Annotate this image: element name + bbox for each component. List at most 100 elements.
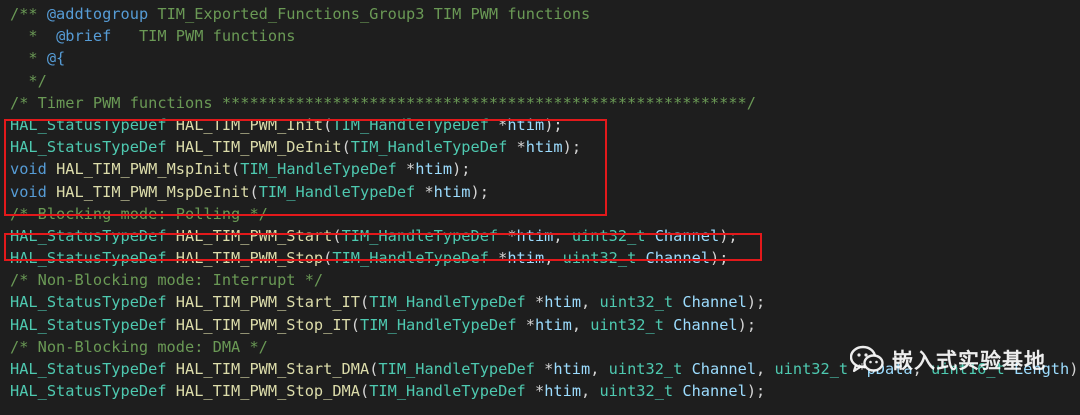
code-token-punct: ); bbox=[544, 115, 563, 134]
code-token-punct bbox=[682, 360, 691, 378]
code-token-punct: , bbox=[756, 360, 775, 378]
code-token-punct: * bbox=[396, 160, 416, 179]
code-token-punct bbox=[167, 227, 176, 245]
code-token-type: TIM_HandleTypeDef bbox=[369, 382, 526, 401]
code-token-punct: ); bbox=[452, 160, 471, 179]
code-line[interactable]: HAL_StatusTypeDef HAL_TIM_PWM_Start_IT(T… bbox=[0, 291, 1080, 313]
code-token-punct bbox=[673, 382, 682, 400]
code-area[interactable]: /** @addtogroup TIM_Exported_Functions_G… bbox=[0, 3, 1080, 402]
code-token-punct bbox=[167, 249, 176, 267]
code-token-punct bbox=[664, 316, 673, 334]
code-token-param: htim bbox=[516, 226, 554, 245]
code-token-type: HAL_StatusTypeDef bbox=[10, 226, 167, 245]
code-token-type: TIM_HandleTypeDef bbox=[341, 226, 499, 245]
code-token-type: TIM_HandleTypeDef bbox=[332, 249, 489, 268]
code-token-type: HAL_StatusTypeDef bbox=[10, 138, 167, 157]
code-token-tag: @addtogroup bbox=[46, 5, 149, 23]
code-token-func: HAL_TIM_PWM_Start_IT bbox=[175, 293, 360, 312]
code-line[interactable]: HAL_StatusTypeDef HAL_TIM_PWM_Stop_IT(TI… bbox=[0, 314, 1080, 336]
code-line[interactable]: /* Timer PWM functions *****************… bbox=[0, 92, 1080, 114]
code-line[interactable]: /* Blocking mode: Polling */ bbox=[0, 203, 1080, 225]
code-token-comment: /* Blocking mode: Polling */ bbox=[10, 204, 268, 223]
code-token-param: Channel bbox=[645, 249, 710, 268]
code-token-punct: , bbox=[581, 382, 600, 401]
code-token-type: TIM_HandleTypeDef bbox=[359, 315, 517, 334]
code-token-punct bbox=[167, 316, 176, 334]
code-token-comment: TIM PWM functions bbox=[111, 27, 296, 46]
code-token-param: htim bbox=[534, 315, 572, 334]
code-token-comment: /* Timer PWM functions *****************… bbox=[10, 93, 756, 112]
code-token-keyword: void bbox=[10, 160, 47, 179]
code-line[interactable]: * @{ bbox=[0, 47, 1080, 69]
code-token-punct: * bbox=[488, 115, 508, 134]
code-token-param: htim bbox=[433, 182, 471, 201]
code-token-comment: * bbox=[10, 49, 47, 68]
code-token-func: HAL_TIM_PWM_Stop bbox=[175, 249, 324, 268]
code-token-punct: * bbox=[498, 226, 517, 245]
code-token-type: uint32_t bbox=[571, 226, 646, 245]
code-token-func: HAL_TIM_PWM_Stop_IT bbox=[175, 315, 351, 334]
code-token-type: uint32_t bbox=[599, 293, 674, 312]
code-token-func: HAL_TIM_PWM_MspInit bbox=[56, 160, 232, 179]
code-token-type: HAL_StatusTypeDef bbox=[10, 360, 167, 378]
code-token-type: HAL_StatusTypeDef bbox=[10, 249, 167, 268]
code-token-param: htim bbox=[544, 382, 582, 401]
code-token-type: HAL_StatusTypeDef bbox=[10, 382, 167, 401]
code-token-punct bbox=[673, 293, 682, 311]
code-line[interactable]: /* Non-Blocking mode: Interrupt */ bbox=[0, 269, 1080, 291]
code-token-punct: , bbox=[581, 293, 600, 312]
code-token-punct: * bbox=[507, 138, 526, 157]
code-token-punct bbox=[167, 360, 176, 378]
code-token-func: HAL_TIM_PWM_Start bbox=[175, 226, 333, 245]
code-line[interactable]: HAL_StatusTypeDef HAL_TIM_PWM_DeInit(TIM… bbox=[0, 136, 1080, 158]
code-token-punct: * bbox=[415, 182, 434, 201]
code-token-type: uint32_t bbox=[590, 315, 664, 334]
code-line[interactable]: */ bbox=[0, 70, 1080, 92]
code-token-type: HAL_StatusTypeDef bbox=[10, 293, 167, 312]
code-token-punct: ( bbox=[341, 138, 351, 157]
code-token-punct: ); bbox=[709, 249, 729, 268]
code-token-keyword: void bbox=[10, 182, 47, 201]
code-token-tag: @brief bbox=[56, 27, 112, 46]
code-token-type: HAL_StatusTypeDef bbox=[10, 315, 167, 334]
code-token-punct: ( bbox=[231, 160, 241, 179]
code-token-type: uint32_t bbox=[599, 382, 674, 401]
code-line[interactable]: HAL_StatusTypeDef HAL_TIM_PWM_Start(TIM_… bbox=[0, 225, 1080, 247]
code-token-comment: /* Non-Blocking mode: DMA */ bbox=[10, 337, 268, 356]
code-editor[interactable]: /** @addtogroup TIM_Exported_Functions_G… bbox=[0, 0, 1080, 415]
code-token-type: uint32_t bbox=[608, 360, 683, 378]
code-token-punct: , bbox=[590, 360, 609, 378]
code-token-comment: TIM_Exported_Functions_Group3 TIM PWM fu… bbox=[148, 5, 591, 23]
code-token-param: Channel bbox=[673, 315, 738, 334]
code-token-punct: * bbox=[516, 315, 535, 334]
code-line[interactable]: /** @addtogroup TIM_Exported_Functions_G… bbox=[0, 3, 1080, 25]
code-token-punct: ); bbox=[737, 315, 757, 334]
code-token-punct: , bbox=[544, 249, 563, 268]
code-token-punct: ( bbox=[323, 249, 333, 268]
code-token-punct: * bbox=[534, 360, 554, 378]
code-token-punct bbox=[167, 116, 176, 134]
code-token-func: HAL_TIM_PWM_Stop_DMA bbox=[175, 382, 360, 401]
code-line[interactable]: void HAL_TIM_PWM_MspDeInit(TIM_HandleTyp… bbox=[0, 181, 1080, 203]
code-token-comment: */ bbox=[10, 71, 47, 90]
code-token-tag: @{ bbox=[46, 49, 66, 68]
code-token-comment: /** bbox=[10, 5, 47, 23]
code-token-comment: /* Non-Blocking mode: Interrupt */ bbox=[10, 271, 324, 290]
code-token-type: uint32_t bbox=[774, 360, 849, 378]
code-token-punct: ); bbox=[562, 138, 582, 157]
code-line[interactable]: * @brief TIM PWM functions bbox=[0, 25, 1080, 47]
code-token-punct: ( bbox=[359, 382, 370, 401]
code-token-type: TIM_HandleTypeDef bbox=[378, 360, 535, 378]
code-line[interactable]: void HAL_TIM_PWM_MspInit(TIM_HandleTypeD… bbox=[0, 158, 1080, 180]
code-token-punct bbox=[47, 183, 56, 201]
code-token-punct: * bbox=[525, 293, 545, 312]
code-token-param: htim bbox=[507, 249, 545, 268]
code-line[interactable]: HAL_StatusTypeDef HAL_TIM_PWM_Stop(TIM_H… bbox=[0, 247, 1080, 269]
code-line[interactable]: HAL_StatusTypeDef HAL_TIM_PWM_Init(TIM_H… bbox=[0, 114, 1080, 136]
code-token-punct: * bbox=[525, 382, 545, 401]
code-token-param: Channel bbox=[682, 293, 747, 312]
code-token-param: htim bbox=[544, 293, 582, 312]
code-token-type: TIM_HandleTypeDef bbox=[332, 115, 489, 134]
code-token-punct bbox=[167, 138, 176, 156]
code-line[interactable]: HAL_StatusTypeDef HAL_TIM_PWM_Stop_DMA(T… bbox=[0, 380, 1080, 402]
